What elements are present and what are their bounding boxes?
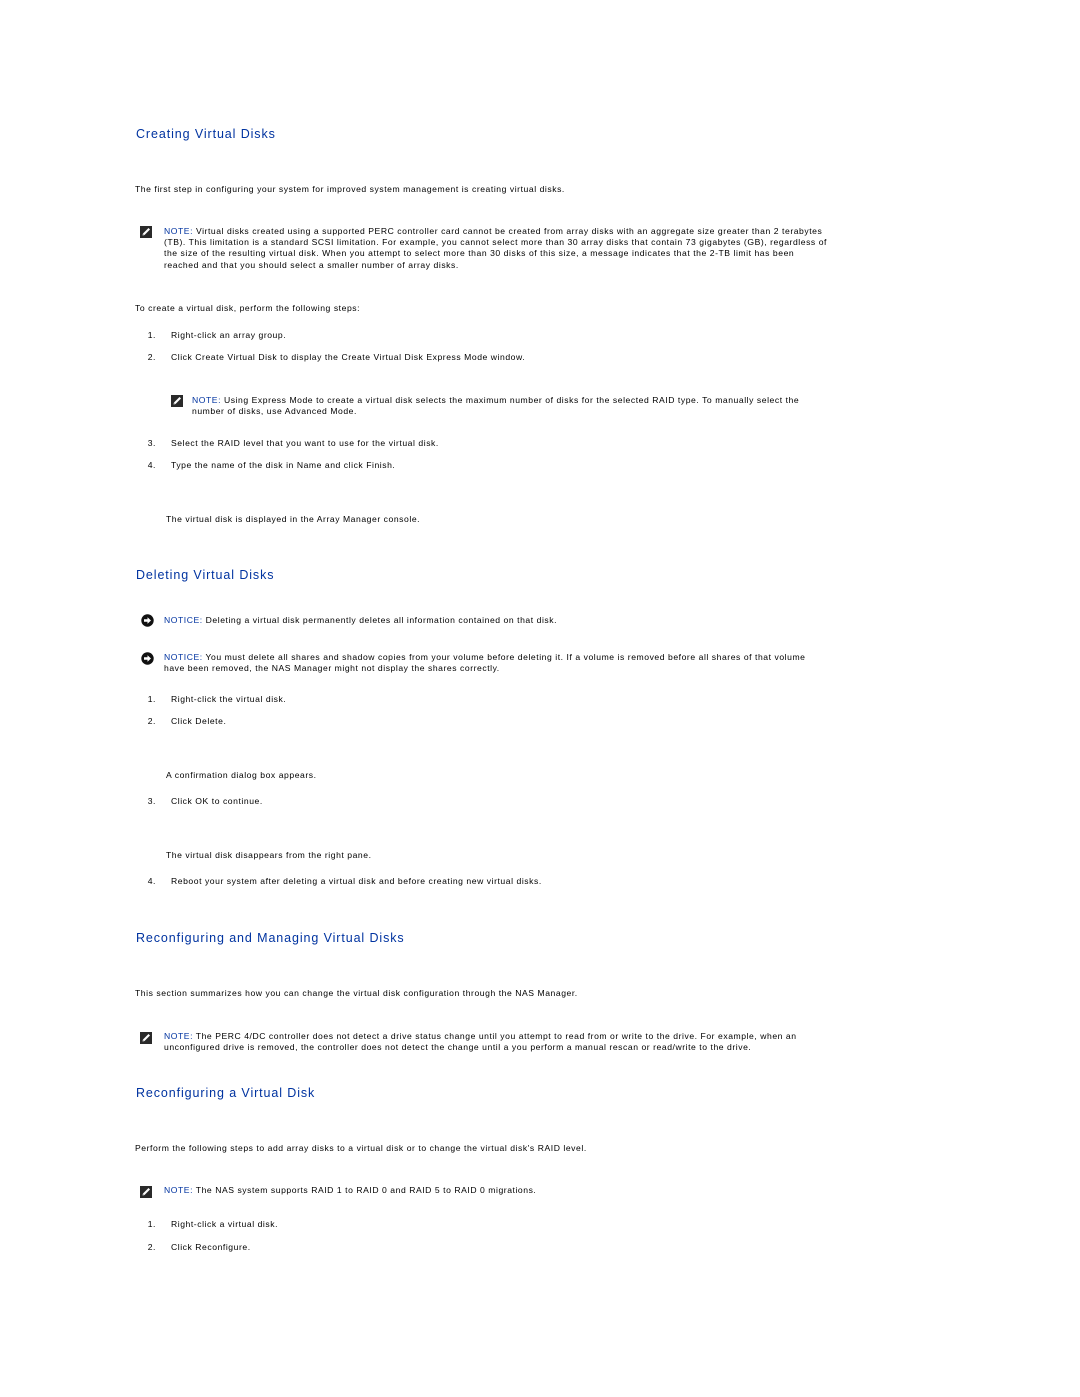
note-label: NOTE: xyxy=(164,226,194,236)
note-label: NOTE: xyxy=(192,395,222,405)
notice-arrow-icon xyxy=(141,652,154,665)
deleting-result-disappears: The virtual disk disappears from the rig… xyxy=(166,850,372,860)
creating-result: The virtual disk is displayed in the Arr… xyxy=(166,514,421,524)
note-box-express xyxy=(171,394,183,412)
note-box-raid xyxy=(140,1185,152,1203)
steps-intro: To create a virtual disk, perform the fo… xyxy=(135,303,361,313)
step-text: Right-click the virtual disk. xyxy=(171,694,287,704)
step-text: Right-click a virtual disk. xyxy=(171,1219,279,1229)
notice-arrow-icon xyxy=(141,614,154,627)
step-number: 3. xyxy=(147,796,156,806)
step-number: 3. xyxy=(147,438,156,448)
pencil-note-icon xyxy=(140,1186,152,1198)
step-text: Click Delete. xyxy=(171,716,227,726)
step-text: Select the RAID level that you want to u… xyxy=(171,438,439,448)
step-text: Reboot your system after deleting a virt… xyxy=(171,876,542,886)
step-number: 1. xyxy=(147,694,156,704)
notice-text-line: You must delete all shares and shadow co… xyxy=(202,652,806,662)
note-text-line: Virtual disks created using a supported … xyxy=(193,226,823,236)
note-box-creating xyxy=(140,225,152,243)
note-perc-controller: NOTE: The PERC 4/DC controller does not … xyxy=(164,1031,797,1053)
step-number: 4. xyxy=(147,460,156,470)
pencil-note-icon xyxy=(140,226,152,238)
heading-reconfiguring-managing: Reconfiguring and Managing Virtual Disks xyxy=(136,931,405,945)
step-number: 4. xyxy=(147,876,156,886)
step-number: 2. xyxy=(147,716,156,726)
reconfiguring-vd-intro: Perform the following steps to add array… xyxy=(135,1143,587,1153)
deleting-result-confirm: A confirmation dialog box appears. xyxy=(166,770,317,780)
note-text: The NAS system supports RAID 1 to RAID 0… xyxy=(193,1185,537,1195)
note-box-perc xyxy=(140,1031,152,1049)
note-label: NOTE: xyxy=(164,1031,194,1041)
note-text-line: reached and that you should select a sma… xyxy=(164,259,459,270)
note-text-line: Using Express Mode to create a virtual d… xyxy=(221,395,800,405)
reconfiguring-managing-intro: This section summarizes how you can chan… xyxy=(135,988,578,998)
note-express-mode: NOTE: Using Express Mode to create a vir… xyxy=(192,395,799,417)
step-text: Click Create Virtual Disk to display the… xyxy=(171,352,526,362)
step-text: Click Reconfigure. xyxy=(171,1242,251,1252)
notice-label: NOTICE: xyxy=(164,615,203,625)
step-number: 1. xyxy=(147,330,156,340)
creating-intro: The first step in configuring your syste… xyxy=(135,184,565,194)
step-number: 1. xyxy=(147,1219,156,1229)
step-number: 2. xyxy=(147,352,156,362)
pencil-note-icon xyxy=(171,395,183,407)
step-text: Right-click an array group. xyxy=(171,330,287,340)
heading-creating-virtual-disks: Creating Virtual Disks xyxy=(136,127,276,141)
notice-label: NOTICE: xyxy=(164,652,203,662)
step-text: Click OK to continue. xyxy=(171,796,263,806)
note-creating: NOTE: Virtual disks created using a supp… xyxy=(164,226,827,271)
notice-text-line: have been removed, the NAS Manager might… xyxy=(164,663,500,674)
note-text-line: number of disks, use Advanced Mode. xyxy=(192,406,357,417)
note-label: NOTE: xyxy=(164,1185,194,1195)
step-number: 2. xyxy=(147,1242,156,1252)
note-text-line: the size of the resulting virtual disk. … xyxy=(164,248,795,259)
heading-deleting-virtual-disks: Deleting Virtual Disks xyxy=(136,568,275,582)
note-text-line: (TB). This limitation is a standard SCSI… xyxy=(164,237,827,248)
note-text-line: The PERC 4/DC controller does not detect… xyxy=(193,1031,797,1041)
notice-box-1 xyxy=(141,614,154,632)
notice-box-2 xyxy=(141,652,154,670)
notice-delete-shares: NOTICE: You must delete all shares and s… xyxy=(164,652,806,674)
heading-reconfiguring-virtual-disk: Reconfiguring a Virtual Disk xyxy=(136,1086,316,1100)
step-text: Type the name of the disk in Name and cl… xyxy=(171,460,396,470)
notice-delete-permanent: NOTICE: Deleting a virtual disk permanen… xyxy=(164,615,557,626)
notice-text: Deleting a virtual disk permanently dele… xyxy=(202,615,558,625)
note-raid-migrations: NOTE: The NAS system supports RAID 1 to … xyxy=(164,1185,536,1196)
note-text-line: unconfigured drive is removed, the contr… xyxy=(164,1042,752,1053)
pencil-note-icon xyxy=(140,1032,152,1044)
